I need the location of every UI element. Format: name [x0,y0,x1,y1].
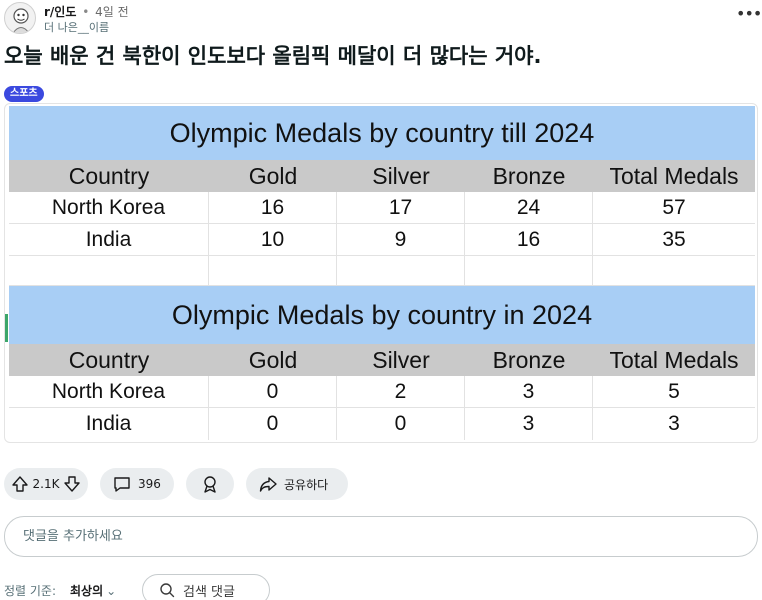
table-cell: India [9,408,209,440]
table-header-row: Country Gold Silver Bronze Total Medals [9,344,755,376]
post-time: 4일 전 [95,5,129,19]
share-icon [258,474,278,494]
header-cell: Silver [372,347,430,373]
table-header-row: Country Gold Silver Bronze Total Medals [9,160,755,192]
post-header: r/인도 • 4일 전 더 나은__이름 ••• [0,0,762,36]
comments-button[interactable]: 396 [100,468,174,500]
table-cell: 9 [337,224,465,255]
table-cell: North Korea [9,192,209,223]
table-title: Olympic Medals by country in 2024 [9,286,755,344]
medal-tables: Olympic Medals by country till 2024 Coun… [9,106,755,440]
header-cell: Silver [372,163,430,189]
table-cell: 3 [668,412,680,435]
table-cell [593,256,755,285]
table-cell: India [9,224,209,255]
table-cell: 17 [337,192,465,223]
header-cell: Total Medals [609,163,739,189]
table-row: India 10 9 16 35 [9,224,755,256]
table-cell: 0 [209,376,337,407]
sort-selected: 최상의 [70,584,104,598]
comment-count: 396 [138,477,161,491]
table-cell [465,256,593,285]
downvote-icon[interactable] [62,474,82,494]
table-row: North Korea 0 2 3 5 [9,376,755,408]
award-icon [200,474,220,494]
comment-input[interactable]: 댓글을 추가하세요 [4,516,758,557]
award-button[interactable] [186,468,234,500]
upvote-icon[interactable] [10,474,30,494]
search-icon [159,582,175,598]
empty-row [9,256,755,286]
header-cell: Country [68,163,150,189]
table-cell: 3 [465,408,593,440]
avatar-icon [12,8,30,33]
post-actions: 2.1K 396 공유하다 [4,468,758,500]
comment-sort-bar: 정렬 기준: 최상의 ⌄ 검색 댓글 [4,574,758,600]
meta-separator: • [82,5,90,19]
search-comments-button[interactable]: 검색 댓글 [142,574,270,600]
header-cell: Total Medals [609,347,739,373]
table-cell [337,256,465,285]
table-cell: 24 [465,192,593,223]
sort-label: 정렬 기준: [4,584,57,598]
table-cell: 16 [209,192,337,223]
table-cell: 16 [465,224,593,255]
more-options-button[interactable]: ••• [736,6,762,28]
comment-icon [112,474,132,494]
search-comments-label: 검색 댓글 [183,584,235,600]
post-flair[interactable]: 스포츠 [4,86,44,102]
post-title: 오늘 배운 건 북한이 인도보다 올림픽 메달이 더 많다는 거야. [4,44,542,68]
post-image[interactable]: Olympic Medals by country till 2024 Coun… [4,103,758,443]
table-title: Olympic Medals by country till 2024 [9,106,755,160]
header-cell: Gold [248,347,298,373]
table-cell: 2 [337,376,465,407]
table-cell [9,256,209,285]
header-cell: Country [68,347,150,373]
table-row: North Korea 16 17 24 57 [9,192,755,224]
post-meta: r/인도 • 4일 전 [44,3,129,20]
share-button[interactable]: 공유하다 [246,468,348,500]
sort-dropdown[interactable]: 최상의 ⌄ [70,582,116,599]
vote-control: 2.1K [4,468,88,500]
table-cell [209,256,337,285]
subreddit-link[interactable]: r/인도 [44,5,76,19]
table-cell: 10 [209,224,337,255]
chevron-down-icon: ⌄ [106,584,117,598]
table-cell: North Korea [9,376,209,407]
vote-count: 2.1K [32,477,60,491]
table-cell: 35 [662,228,686,251]
share-label: 공유하다 [284,477,329,492]
table-cell: 3 [465,376,593,407]
table-row: India 0 0 3 3 [9,408,755,440]
table-cell: 57 [662,196,686,219]
table-cell: 5 [668,380,680,403]
header-cell: Gold [248,163,298,189]
table-cell: 0 [209,408,337,440]
header-cell: Bronze [492,163,566,189]
table-cell: 0 [337,408,465,440]
header-cell: Bronze [492,347,566,373]
image-edge-marker [5,314,8,342]
subreddit-avatar[interactable] [4,2,36,34]
author-link[interactable]: 더 나은__이름 [44,19,109,35]
